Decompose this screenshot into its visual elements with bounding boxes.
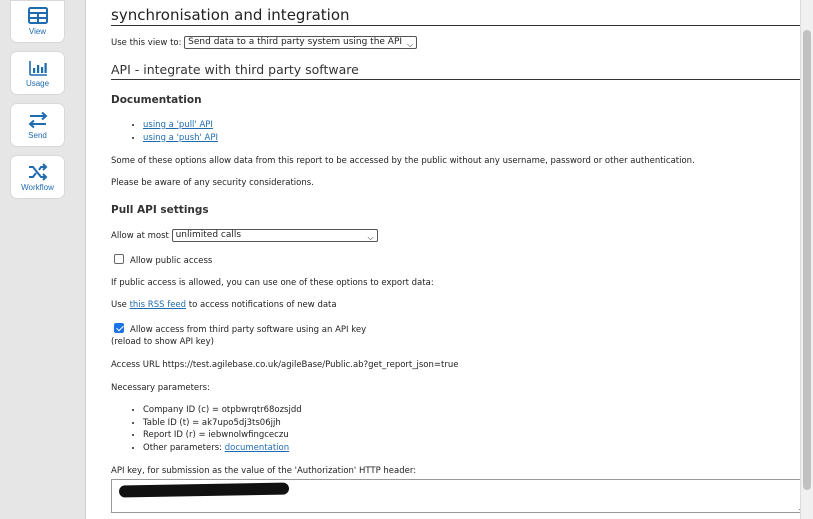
call-limit-select[interactable]: unlimited calls ⌵ (171, 229, 378, 242)
api-key-header-note: API key, for submission as the value of … (111, 466, 417, 476)
chevron-down-icon: ⌵ (367, 233, 374, 242)
documentation-link[interactable]: documentation (225, 443, 289, 453)
sidebar-item-send[interactable]: Send (10, 103, 65, 147)
main-content: synchronisation and integration Use this… (87, 0, 800, 519)
shuffle-icon (28, 162, 47, 181)
vertical-scrollbar[interactable] (800, 0, 813, 519)
scrollbar-thumb[interactable] (803, 30, 811, 490)
documentation-links: using a 'pull' API using a 'push' API (111, 119, 218, 144)
params-list: Company ID (c) = otpbwrqtr68ozsjdd Table… (111, 404, 302, 454)
sidebar-item-label: Workflow (21, 182, 54, 192)
sidebar-item-label: Send (28, 130, 47, 140)
list-item: Other parameters: documentation (143, 442, 302, 455)
access-url-label: Access URL (111, 360, 160, 370)
reload-note: (reload to show API key) (111, 337, 214, 347)
public-access-label: Allow public access (130, 256, 213, 266)
access-url-value: https://test.agilebase.co.uk/agileBase/P… (162, 360, 459, 370)
api-key-checkbox[interactable] (114, 323, 124, 333)
allow-at-most-label: Allow at most (111, 231, 169, 241)
section-title: API - integrate with third party softwar… (111, 62, 359, 77)
params-label: Necessary parameters: (111, 383, 210, 393)
other-params-prefix: Other parameters: (143, 442, 223, 453)
sidebar-item-label: View (28, 27, 47, 36)
documentation-heading: Documentation (111, 94, 202, 106)
bar-chart-icon (28, 60, 47, 76)
push-api-link[interactable]: using a 'push' API (143, 133, 218, 143)
page-title: synchronisation and integration (111, 6, 350, 24)
sidebar-item-view[interactable]: View (10, 0, 65, 43)
public-access-row: Allow public access (111, 254, 212, 266)
access-url-row: Access URL https://test.agilebase.co.uk/… (111, 360, 458, 370)
api-key-row: Allow access from third party software u… (111, 323, 366, 335)
use-view-label: Use this view to: (111, 38, 182, 48)
table-grid-icon (27, 7, 48, 24)
list-item: Company ID (c) = otpbwrqtr68ozsjdd (143, 404, 302, 417)
rss-suffix: to access notifications of new data (188, 300, 337, 310)
sidebar: View Usage Send Workflow (0, 0, 86, 519)
pull-api-link[interactable]: using a 'pull' API (143, 120, 213, 130)
call-limit-select-value: unlimited calls (175, 230, 242, 240)
security-note: Some of these options allow data from th… (111, 156, 695, 166)
list-item: Report ID (r) = iebwnolwfingceczu (143, 429, 302, 442)
sidebar-item-workflow[interactable]: Workflow (10, 155, 65, 199)
sidebar-item-label: Usage (25, 78, 50, 88)
use-view-select[interactable]: Send data to a third party system using … (184, 36, 418, 49)
sidebar-item-usage[interactable]: Usage (10, 51, 65, 95)
public-access-checkbox[interactable] (114, 254, 124, 264)
swap-arrows-icon (27, 111, 48, 128)
rss-feed-link[interactable]: this RSS feed (130, 300, 186, 310)
export-note: If public access is allowed, you can use… (111, 278, 434, 288)
list-item: using a 'pull' API (143, 119, 218, 132)
title-divider (111, 25, 800, 26)
api-key-label: Allow access from third party software u… (130, 325, 367, 335)
security-warning: Please be aware of any security consider… (111, 178, 314, 188)
list-item: Table ID (t) = ak7upo5dj3ts06jjh (143, 417, 302, 430)
chevron-down-icon: ⌵ (406, 40, 414, 49)
rss-row: Use this RSS feed to access notification… (111, 300, 337, 310)
allow-at-most-row: Allow at most unlimited calls ⌵ (111, 229, 378, 242)
use-view-select-value: Send data to a third party system using … (188, 37, 403, 47)
list-item: using a 'push' API (143, 132, 218, 145)
use-view-row: Use this view to: Send data to a third p… (111, 36, 418, 49)
pull-api-heading: Pull API settings (111, 204, 209, 216)
section-divider (111, 79, 800, 80)
rss-prefix: Use (111, 300, 127, 310)
